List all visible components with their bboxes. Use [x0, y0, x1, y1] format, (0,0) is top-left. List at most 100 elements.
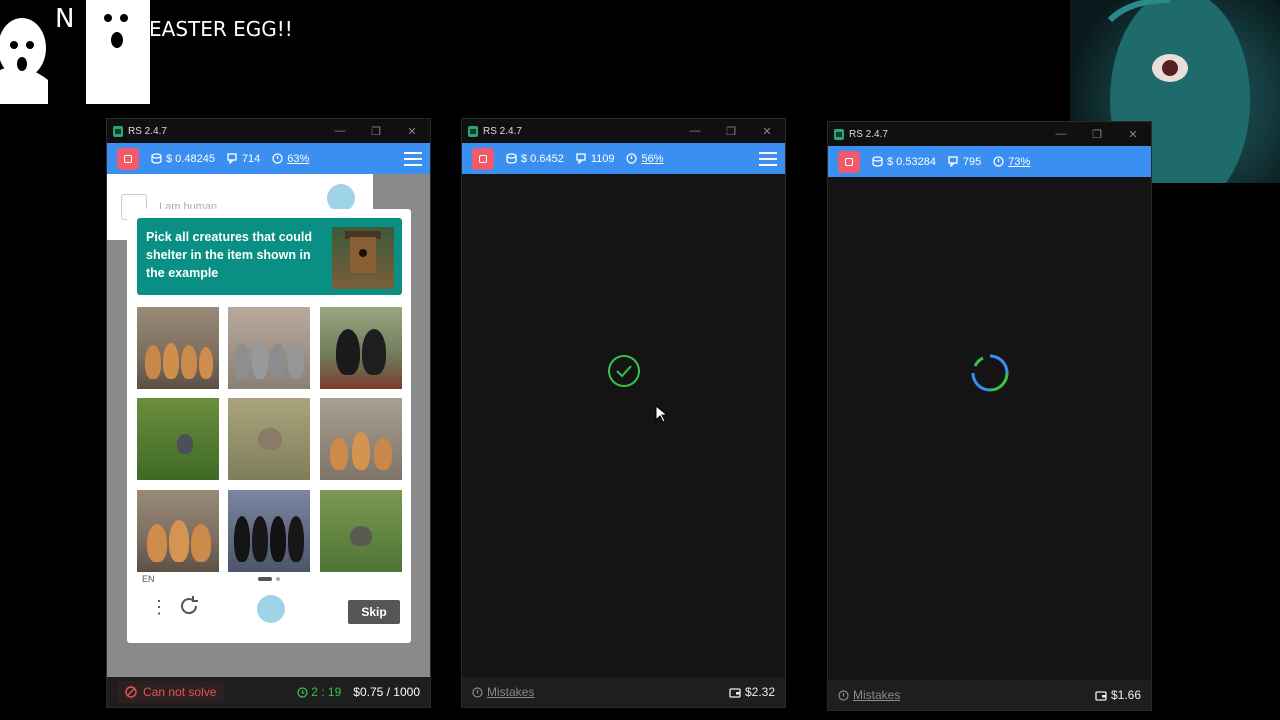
- maximize-icon[interactable]: ❐: [713, 125, 749, 138]
- timer-value: 2 : 19: [311, 685, 342, 699]
- app-icon: [468, 125, 478, 137]
- meme-letter: N: [55, 4, 75, 34]
- image-tile-bird-2[interactable]: [320, 490, 402, 572]
- title-bar: RS 2.4.7 — ❐ ✕: [462, 119, 785, 143]
- example-image: [332, 227, 394, 289]
- cannot-solve-button[interactable]: Can not solve: [117, 681, 225, 703]
- image-tile-orange-cats-2[interactable]: [320, 398, 402, 480]
- image-tile-gray-cats[interactable]: [228, 307, 310, 389]
- stop-button[interactable]: [838, 150, 860, 173]
- balance-stat: $ 0.53284: [872, 156, 936, 168]
- window-footer: Mistakes $2.32: [462, 677, 785, 707]
- balance-value: $ 0.48245: [166, 152, 215, 165]
- status-bar: $ 0.53284 795 73%: [828, 146, 1151, 177]
- wallet-balance: $2.32: [729, 685, 775, 699]
- hamburger-icon[interactable]: [759, 151, 777, 166]
- count-value: 714: [241, 152, 261, 165]
- challenge-prompt: Pick all creatures that could shelter in…: [137, 218, 402, 295]
- wallet-icon: [1095, 690, 1107, 701]
- maximize-icon[interactable]: ❐: [1079, 128, 1115, 141]
- wallet-value: $2.32: [744, 685, 775, 699]
- app-window-1: RS 2.4.7 — ❐ ✕ $ 0.48245 714 63% I am hu…: [106, 118, 431, 708]
- image-tile-orange-cats[interactable]: [137, 307, 219, 389]
- title-bar: RS 2.4.7 — ❐ ✕: [107, 119, 430, 143]
- window-title: RS 2.4.7: [483, 125, 522, 137]
- stop-icon: [845, 157, 853, 166]
- count-stat: 714: [227, 153, 260, 165]
- ban-icon: [125, 686, 137, 698]
- window-footer: Mistakes $1.66: [828, 680, 1151, 710]
- skip-button[interactable]: Skip: [348, 600, 400, 624]
- mistakes-link[interactable]: Mistakes: [838, 688, 900, 702]
- clock-icon: [626, 153, 638, 164]
- refresh-icon[interactable]: [177, 594, 201, 618]
- kebab-icon[interactable]: ⋮: [150, 597, 168, 618]
- timer: 2 : 19: [297, 685, 341, 699]
- status-bar: $ 0.6452 1109 56%: [462, 143, 785, 174]
- percent-value: 63%: [287, 152, 310, 165]
- cursor-icon: [655, 405, 667, 423]
- messages-icon: [948, 156, 958, 167]
- overlay-title: EASTER EGG!!: [149, 17, 293, 41]
- title-bar: RS 2.4.7 — ❐ ✕: [828, 122, 1151, 146]
- meme-overlay: [0, 0, 150, 104]
- mistakes-label: Mistakes: [487, 685, 535, 699]
- coins-icon: [151, 153, 162, 164]
- stop-icon: [124, 154, 132, 163]
- close-icon[interactable]: ✕: [749, 125, 785, 138]
- stop-button[interactable]: [472, 147, 494, 170]
- close-icon[interactable]: ✕: [1115, 128, 1151, 141]
- balance-stat: $ 0.48245: [151, 153, 215, 165]
- info-icon: [838, 689, 849, 701]
- window-title: RS 2.4.7: [849, 128, 888, 140]
- minimize-icon[interactable]: —: [322, 125, 358, 138]
- window-footer: Can not solve 2 : 19 $0.75 / 1000: [107, 677, 430, 707]
- balance-stat: $ 0.6452: [506, 153, 564, 165]
- count-stat: 1109: [576, 153, 614, 165]
- image-tile-sparrow[interactable]: [228, 398, 310, 480]
- wallet-balance: $1.66: [1095, 688, 1141, 702]
- wallet-icon: [729, 687, 741, 698]
- hcaptcha-logo-icon: [327, 184, 355, 212]
- percent-stat[interactable]: 73%: [993, 156, 1030, 168]
- stop-button[interactable]: [117, 147, 139, 170]
- mistakes-label: Mistakes: [853, 688, 901, 702]
- captcha-challenge: Pick all creatures that could shelter in…: [127, 209, 411, 643]
- image-tile-black-cats-2[interactable]: [228, 490, 310, 572]
- language-selector[interactable]: EN: [142, 574, 155, 584]
- price-value: $0.75 / 1000: [353, 685, 420, 699]
- clock-icon: [993, 156, 1004, 167]
- minimize-icon[interactable]: —: [1043, 128, 1079, 141]
- app-icon: [834, 128, 844, 140]
- mistakes-link[interactable]: Mistakes: [472, 685, 534, 699]
- close-icon[interactable]: ✕: [394, 125, 430, 138]
- clock-icon: [297, 686, 308, 698]
- info-icon: [472, 686, 483, 698]
- percent-stat[interactable]: 56%: [626, 152, 664, 165]
- image-tile-bird[interactable]: [137, 398, 219, 480]
- image-tile-orange-cats-3[interactable]: [137, 490, 219, 572]
- prompt-text: Pick all creatures that could shelter in…: [146, 230, 313, 280]
- hcaptcha-logo-icon: [257, 595, 285, 623]
- captcha-area: I am human Pick all creatures that could…: [107, 174, 430, 677]
- percent-value: 56%: [641, 152, 664, 165]
- maximize-icon[interactable]: ❐: [358, 125, 394, 138]
- page-dots: [258, 577, 284, 581]
- clock-icon: [272, 153, 283, 164]
- status-bar: $ 0.48245 714 63%: [107, 143, 430, 174]
- coins-icon: [872, 156, 883, 167]
- hamburger-icon[interactable]: [404, 151, 422, 166]
- balance-value: $ 0.6452: [521, 152, 564, 165]
- messages-icon: [227, 153, 237, 164]
- app-window-2: RS 2.4.7 — ❐ ✕ $ 0.6452 1109 56% Mistake…: [461, 118, 786, 708]
- coins-icon: [506, 153, 517, 164]
- count-stat: 795: [948, 156, 981, 168]
- cannot-solve-label: Can not solve: [143, 685, 217, 699]
- check-circle-icon: [608, 355, 640, 387]
- percent-stat[interactable]: 63%: [272, 153, 309, 165]
- window-title: RS 2.4.7: [128, 125, 167, 137]
- balance-value: $ 0.53284: [887, 155, 936, 168]
- minimize-icon[interactable]: —: [677, 125, 713, 138]
- app-icon: [113, 125, 123, 137]
- image-tile-black-cats[interactable]: [320, 307, 402, 389]
